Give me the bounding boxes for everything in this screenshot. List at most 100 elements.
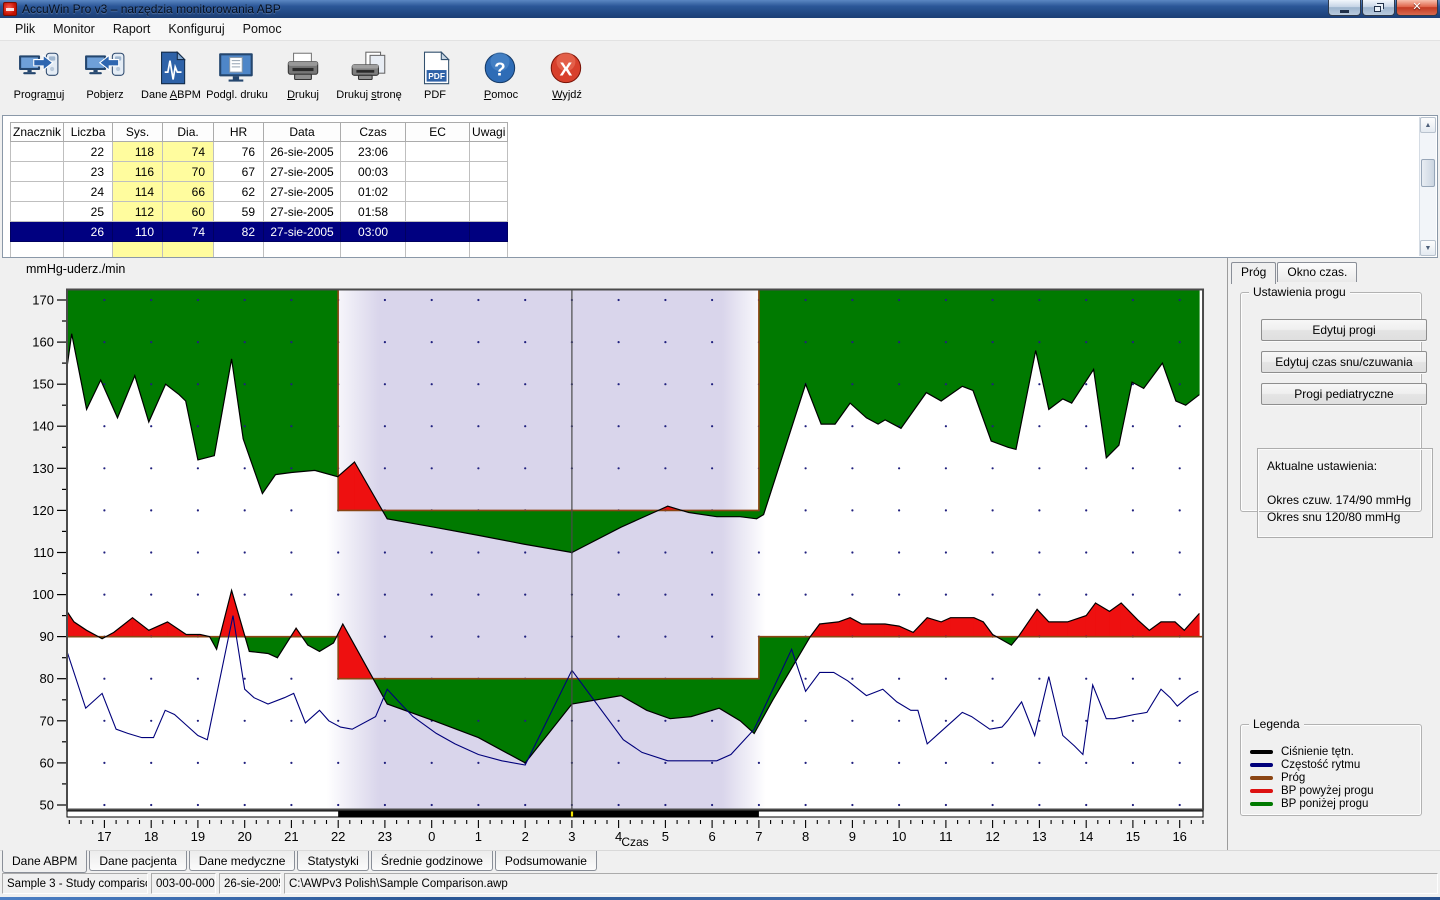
cell-hr: 62 xyxy=(214,182,264,202)
table-row[interactable]: 22118747626-sie-200523:06 xyxy=(11,142,508,162)
chart-panel: mmHg-uderz./min 506070809010011012013014… xyxy=(0,258,1227,850)
restore-icon xyxy=(1374,6,1381,12)
status-segment-2: 26-sie-2005 xyxy=(219,873,281,894)
table-row[interactable]: 26110748227-sie-200503:00 xyxy=(11,222,508,242)
column-header-uwagi[interactable]: Uwagi xyxy=(470,123,508,142)
toolbar-button-pomoc[interactable]: ?Pomoc xyxy=(468,51,534,101)
column-header-data[interactable]: Data xyxy=(264,123,341,142)
edytuj-czas-snu-czuwania-button[interactable]: Edytuj czas snu/czuwania xyxy=(1261,351,1427,373)
abpm-data-icon xyxy=(150,51,192,87)
tab-dane-pacjenta[interactable]: Dane pacjenta xyxy=(89,851,186,871)
legend-label: Próg xyxy=(1281,772,1305,784)
menu-item-konfiguruj[interactable]: Konfiguruj xyxy=(159,19,233,39)
svg-text:PDF: PDF xyxy=(428,71,445,81)
toolbar-button-pobierz[interactable]: Pobierz xyxy=(72,51,138,101)
table-row[interactable]: 25112605927-sie-200501:58 xyxy=(11,202,508,222)
cell-dia: 60 xyxy=(163,202,214,222)
readings-table-panel: ZnacznikLiczbaSys.Dia.HRDataCzasECUwagi … xyxy=(2,115,1438,258)
svg-text:X: X xyxy=(560,59,573,80)
tab-statystyki[interactable]: Statystyki xyxy=(297,851,368,871)
svg-text:6: 6 xyxy=(708,829,715,844)
toolbar-button-wyjd-[interactable]: XWyjdź xyxy=(534,51,600,101)
svg-text:10: 10 xyxy=(892,829,906,844)
column-header-ec[interactable]: EC xyxy=(406,123,470,142)
column-header-hr[interactable]: HR xyxy=(214,123,264,142)
column-header-znacznik[interactable]: Znacznik xyxy=(11,123,64,142)
cell-uwagi xyxy=(470,162,508,182)
restore-button[interactable] xyxy=(1362,0,1395,16)
cell-data: 27-sie-2005 xyxy=(264,222,341,242)
sleep-period-bar xyxy=(67,811,1203,817)
toolbar-button-label: Pobierz xyxy=(86,89,123,101)
download-monitor-icon xyxy=(84,51,126,87)
column-header-czas[interactable]: Czas xyxy=(341,123,406,142)
main-area: mmHg-uderz./min 506070809010011012013014… xyxy=(0,258,1440,850)
toolbar-button-pdf[interactable]: PDFPDF xyxy=(402,51,468,101)
toolbar-button-podgl-druku[interactable]: Podgl. druku xyxy=(204,51,270,101)
scroll-up-icon[interactable]: ▲ xyxy=(1420,117,1436,133)
tab-pr-g[interactable]: Próg xyxy=(1231,262,1276,284)
svg-text:7: 7 xyxy=(755,829,762,844)
current-settings-box: Aktualne ustawienia: Okres czuw. 174/90 … xyxy=(1257,448,1433,538)
legend-item: BP powyżej progu xyxy=(1250,784,1373,797)
abpm-chart[interactable]: 5060708090100110120130140150160170171819… xyxy=(0,258,1227,850)
cell-liczba: 23 xyxy=(64,162,113,182)
cell-dia: 70 xyxy=(163,162,214,182)
minimize-button[interactable] xyxy=(1328,0,1361,16)
cell-data: 26-sie-2005 xyxy=(264,142,341,162)
svg-text:120: 120 xyxy=(32,503,54,518)
menu-item-monitor[interactable]: Monitor xyxy=(44,19,104,39)
cell-liczba: 22 xyxy=(64,142,113,162)
cell-liczba: 26 xyxy=(64,222,113,242)
close-button[interactable]: ✕ xyxy=(1396,0,1438,16)
tab-podsumowanie[interactable]: Podsumowanie xyxy=(495,851,597,871)
column-header-dia[interactable]: Dia. xyxy=(163,123,214,142)
svg-text:160: 160 xyxy=(32,335,54,350)
scrollbar-thumb[interactable] xyxy=(1421,159,1435,187)
close-icon: ✕ xyxy=(1412,2,1421,13)
threshold-panel-tabs: PrógOkno czas. xyxy=(1231,262,1358,282)
table-row[interactable]: 24114666227-sie-200501:02 xyxy=(11,182,508,202)
menu-item-pomoc[interactable]: Pomoc xyxy=(234,19,291,39)
tab-dane-abpm[interactable]: Dane ABPM xyxy=(2,850,87,873)
cell-ec xyxy=(406,182,470,202)
cell-hr: 59 xyxy=(214,202,264,222)
status-segment-3: C:\AWPv3 Polish\Sample Comparison.awp xyxy=(284,873,1438,894)
tab-okno-czas-[interactable]: Okno czas. xyxy=(1277,262,1357,282)
toolbar-button-drukuj[interactable]: Drukuj xyxy=(270,51,336,101)
legend-label: Częstość rytmu xyxy=(1281,759,1360,771)
toolbar-button-dane-abpm[interactable]: Dane ABPM xyxy=(138,51,204,101)
column-header-sys[interactable]: Sys. xyxy=(113,123,163,142)
cell-ec xyxy=(406,142,470,162)
window-title: AccuWin Pro v3 – narzędzia monitorowania… xyxy=(22,2,281,16)
cell-ec xyxy=(406,202,470,222)
svg-text:15: 15 xyxy=(1126,829,1140,844)
toolbar-button-drukuj-stron-[interactable]: Drukuj stronę xyxy=(336,51,402,101)
column-header-liczba[interactable]: Liczba xyxy=(64,123,113,142)
svg-text:22: 22 xyxy=(331,829,345,844)
cell-znacznik xyxy=(11,182,64,202)
menu-item-plik[interactable]: Plik xyxy=(6,19,44,39)
menu-item-raport[interactable]: Raport xyxy=(104,19,160,39)
svg-text:70: 70 xyxy=(40,713,54,728)
toolbar-button-label: Programuj xyxy=(14,89,65,101)
window-controls: ✕ xyxy=(1327,0,1438,16)
pdf-icon: PDF xyxy=(414,51,456,87)
menu-bar: PlikMonitorRaportKonfigurujPomoc xyxy=(0,18,1440,41)
table-scrollbar[interactable]: ▲ ▼ xyxy=(1419,117,1436,256)
edytuj-progi-button[interactable]: Edytuj progi xyxy=(1261,319,1427,341)
table-row-partial[interactable] xyxy=(11,242,508,259)
svg-text:20: 20 xyxy=(237,829,251,844)
toolbar-button-programuj[interactable]: Programuj xyxy=(6,51,72,101)
print-page-icon xyxy=(348,51,390,87)
tab-średnie-godzinowe[interactable]: Średnie godzinowe xyxy=(371,851,493,871)
svg-text:3: 3 xyxy=(568,829,575,844)
tab-dane-medyczne[interactable]: Dane medyczne xyxy=(189,851,296,871)
cell-czas: 23:06 xyxy=(341,142,406,162)
progi-pediatryczne-button[interactable]: Progi pediatryczne xyxy=(1261,383,1427,405)
cell-uwagi xyxy=(470,142,508,162)
table-row[interactable]: 23116706727-sie-200500:03 xyxy=(11,162,508,182)
scroll-down-icon[interactable]: ▼ xyxy=(1420,240,1436,256)
toolbar: ProgramujPobierzDane ABPMPodgl. drukuDru… xyxy=(0,41,1440,113)
svg-text:0: 0 xyxy=(428,829,435,844)
